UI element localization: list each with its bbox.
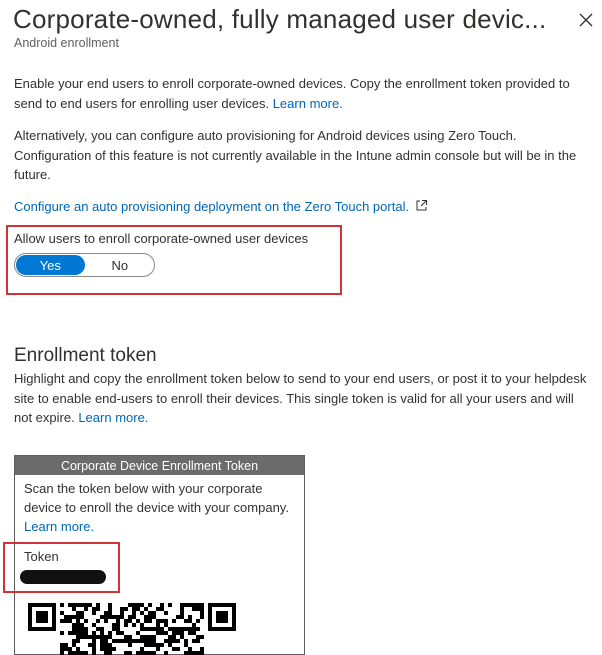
zero-touch-portal-link[interactable]: Configure an auto provisioning deploymen… [14, 199, 409, 214]
external-link-icon[interactable] [415, 199, 428, 212]
toggle-option-no[interactable]: No [86, 254, 155, 276]
allow-toggle[interactable]: Yes No [14, 253, 155, 277]
token-card-header: Corporate Device Enrollment Token [15, 456, 304, 475]
close-button[interactable] [574, 8, 598, 32]
toggle-option-yes[interactable]: Yes [16, 255, 85, 275]
token-card-description: Scan the token below with your corporate… [24, 479, 294, 536]
token-highlight [3, 542, 120, 593]
page-title: Corporate-owned, fully managed user devi… [13, 4, 547, 34]
page-subtitle: Android enrollment [14, 36, 119, 50]
enrollment-token-text: Highlight and copy the enrollment token … [14, 369, 594, 428]
close-icon [579, 13, 593, 27]
enrollment-token-title: Enrollment token [14, 345, 157, 366]
allow-toggle-label: Allow users to enroll corporate-owned us… [14, 231, 309, 246]
token-card-learn-more-link[interactable]: Learn more. [24, 519, 94, 534]
zero-touch-link-row: Configure an auto provisioning deploymen… [14, 197, 428, 217]
enrollment-token-learn-more-link[interactable]: Learn more. [78, 410, 148, 425]
intro-text: Enable your end users to enroll corporat… [14, 74, 589, 113]
token-card-body: Scan the token below with your corporate… [24, 481, 289, 515]
qr-code-icon [28, 603, 236, 655]
zero-touch-text: Alternatively, you can configure auto pr… [14, 128, 577, 182]
intro-learn-more-link[interactable]: Learn more. [273, 96, 343, 111]
